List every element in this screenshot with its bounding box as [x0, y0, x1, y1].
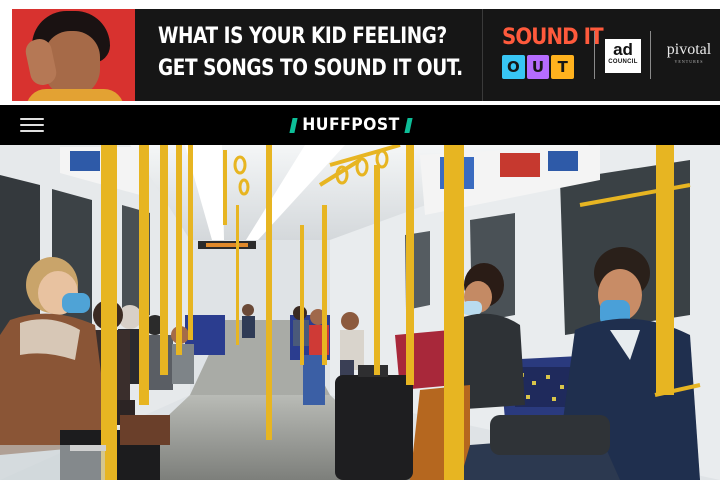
subway-carriage-photo — [0, 145, 720, 480]
out-letter-o: O — [502, 55, 525, 79]
sound-it-out-logo: SOUND IT O U T — [502, 25, 604, 85]
ad-council-small: COUNCIL — [608, 59, 638, 65]
pivotal-name: pivotal — [666, 41, 712, 58]
huffpost-logo[interactable]: HUFFPOST — [289, 115, 413, 135]
ad-council-logo: ad COUNCIL — [605, 39, 641, 73]
out-letter-t: T — [551, 55, 575, 79]
pivotal-ventures-logo: pivotal VENTURES — [660, 41, 718, 64]
pivotal-sub: VENTURES — [674, 59, 704, 64]
ad-council-big: ad — [613, 40, 633, 59]
ad-photo-child — [12, 9, 135, 101]
hamburger-menu-icon[interactable] — [20, 117, 44, 133]
ad-headline-line-2: GET SONGS TO SOUND IT OUT. — [158, 56, 463, 81]
brand-name: HUFFPOST — [302, 115, 400, 135]
out-letter-u: U — [526, 55, 550, 79]
ad-divider — [482, 9, 483, 101]
ad-headline: WHAT IS YOUR KID FEELING? GET SONGS TO S… — [158, 21, 463, 85]
ad-divider — [594, 31, 595, 79]
logo-bar-left — [289, 117, 298, 133]
ad-banner[interactable]: WHAT IS YOUR KID FEELING? GET SONGS TO S… — [12, 9, 720, 101]
ad-divider — [650, 31, 651, 79]
logo-bar-right — [404, 117, 413, 133]
sound-it-text: SOUND IT — [502, 25, 604, 50]
ad-headline-line-1: WHAT IS YOUR KID FEELING? — [158, 24, 447, 49]
site-header: HUFFPOST — [0, 105, 720, 145]
